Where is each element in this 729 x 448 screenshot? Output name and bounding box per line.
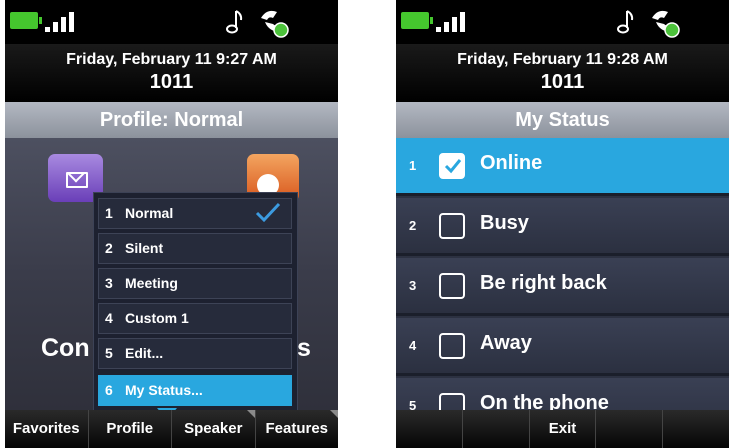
checkbox[interactable] <box>439 153 465 179</box>
background-label-right: s <box>297 334 311 362</box>
list-item-number: 2 <box>409 218 417 233</box>
signal-strength-icon <box>436 10 470 32</box>
list-item-number: 1 <box>409 158 417 173</box>
menu-item-label: Edit... <box>125 345 164 361</box>
status-item-busy[interactable]: 2 Busy <box>396 198 729 256</box>
battery-icon <box>401 12 433 29</box>
background-label-left: Con <box>41 334 90 362</box>
status-item-away[interactable]: 4 Away <box>396 318 729 376</box>
menu-item-meeting[interactable]: 3 Meeting <box>98 268 292 299</box>
softkey-bar: Exit <box>396 410 729 448</box>
menu-item-label: Meeting <box>125 275 178 291</box>
handset-icon <box>261 10 289 38</box>
extension-number: 1011 <box>149 71 194 93</box>
check-icon <box>255 202 281 223</box>
status-bar <box>396 0 729 44</box>
menu-item-number: 6 <box>105 382 113 398</box>
left-phone-screen: Friday, February 11 9:27 AM 1011 Profile… <box>5 0 338 448</box>
status-bar <box>5 0 338 44</box>
page-title: Profile: Normal <box>5 102 338 138</box>
list-item-number: 3 <box>409 278 417 293</box>
menu-item-number: 4 <box>105 310 113 326</box>
softkey-favorites[interactable]: Favorites <box>5 410 89 448</box>
menu-item-label: Custom 1 <box>125 310 189 326</box>
menu-item-label: Silent <box>125 240 164 256</box>
checkbox[interactable] <box>439 273 465 299</box>
checkbox[interactable] <box>439 393 465 410</box>
menu-item-number: 5 <box>105 345 113 361</box>
menu-item-number: 2 <box>105 240 113 256</box>
list-item-label: Busy <box>480 212 529 234</box>
status-list: 1 Online 2 Busy 3 Be right back 4 Away 5 <box>396 138 729 410</box>
list-item-number: 4 <box>409 338 417 353</box>
status-item-online[interactable]: 1 Online <box>396 138 729 196</box>
battery-icon <box>10 12 42 29</box>
list-item-label: Online <box>480 152 543 174</box>
status-item-on-the-phone[interactable]: 5 On the phone <box>396 378 729 410</box>
menu-item-label: My Status... <box>125 382 203 398</box>
header: Friday, February 11 9:27 AM 1011 <box>5 44 338 102</box>
softkey-bar: Favorites Profile Speaker Features <box>5 410 338 448</box>
softkey-blank-4 <box>663 410 729 448</box>
checkbox[interactable] <box>439 333 465 359</box>
right-phone-screen: Friday, February 11 9:28 AM 1011 My Stat… <box>396 0 729 448</box>
date-time: Friday, February 11 9:28 AM <box>457 51 668 68</box>
softkey-blank-1 <box>396 410 463 448</box>
softkey-blank-3 <box>596 410 664 448</box>
list-item-label: Be right back <box>480 272 607 294</box>
music-note-icon <box>226 10 243 34</box>
list-item-label: Away <box>480 332 532 354</box>
handset-icon <box>652 10 680 38</box>
page-title: My Status <box>396 102 729 138</box>
menu-item-my-status[interactable]: 6 My Status... <box>98 375 292 406</box>
list-item-label: On the phone <box>480 392 609 410</box>
menu-item-edit[interactable]: 5 Edit... <box>98 338 292 369</box>
menu-item-label: Normal <box>125 205 174 221</box>
list-item-number: 5 <box>409 398 417 410</box>
music-note-icon <box>617 10 634 34</box>
status-item-be-right-back[interactable]: 3 Be right back <box>396 258 729 316</box>
signal-strength-icon <box>45 10 79 32</box>
softkey-blank-2 <box>463 410 530 448</box>
softkey-speaker[interactable]: Speaker <box>172 410 256 448</box>
menu-item-number: 3 <box>105 275 113 291</box>
profile-menu: 1 Normal 2 Silent 3 Meeting 4 Custom 1 5… <box>93 192 298 412</box>
softkey-profile[interactable]: Profile <box>89 410 172 448</box>
checkbox[interactable] <box>439 213 465 239</box>
menu-item-silent[interactable]: 2 Silent <box>98 233 292 264</box>
menu-item-normal[interactable]: 1 Normal <box>98 198 292 229</box>
extension-number: 1011 <box>540 71 585 93</box>
envelope-icon <box>66 172 88 188</box>
date-time: Friday, February 11 9:27 AM <box>66 51 277 68</box>
check-icon <box>444 159 462 174</box>
menu-item-number: 1 <box>105 205 113 221</box>
menu-item-custom-1[interactable]: 4 Custom 1 <box>98 303 292 334</box>
header: Friday, February 11 9:28 AM 1011 <box>396 44 729 102</box>
softkey-features[interactable]: Features <box>256 410 339 448</box>
softkey-exit[interactable]: Exit <box>530 410 597 448</box>
